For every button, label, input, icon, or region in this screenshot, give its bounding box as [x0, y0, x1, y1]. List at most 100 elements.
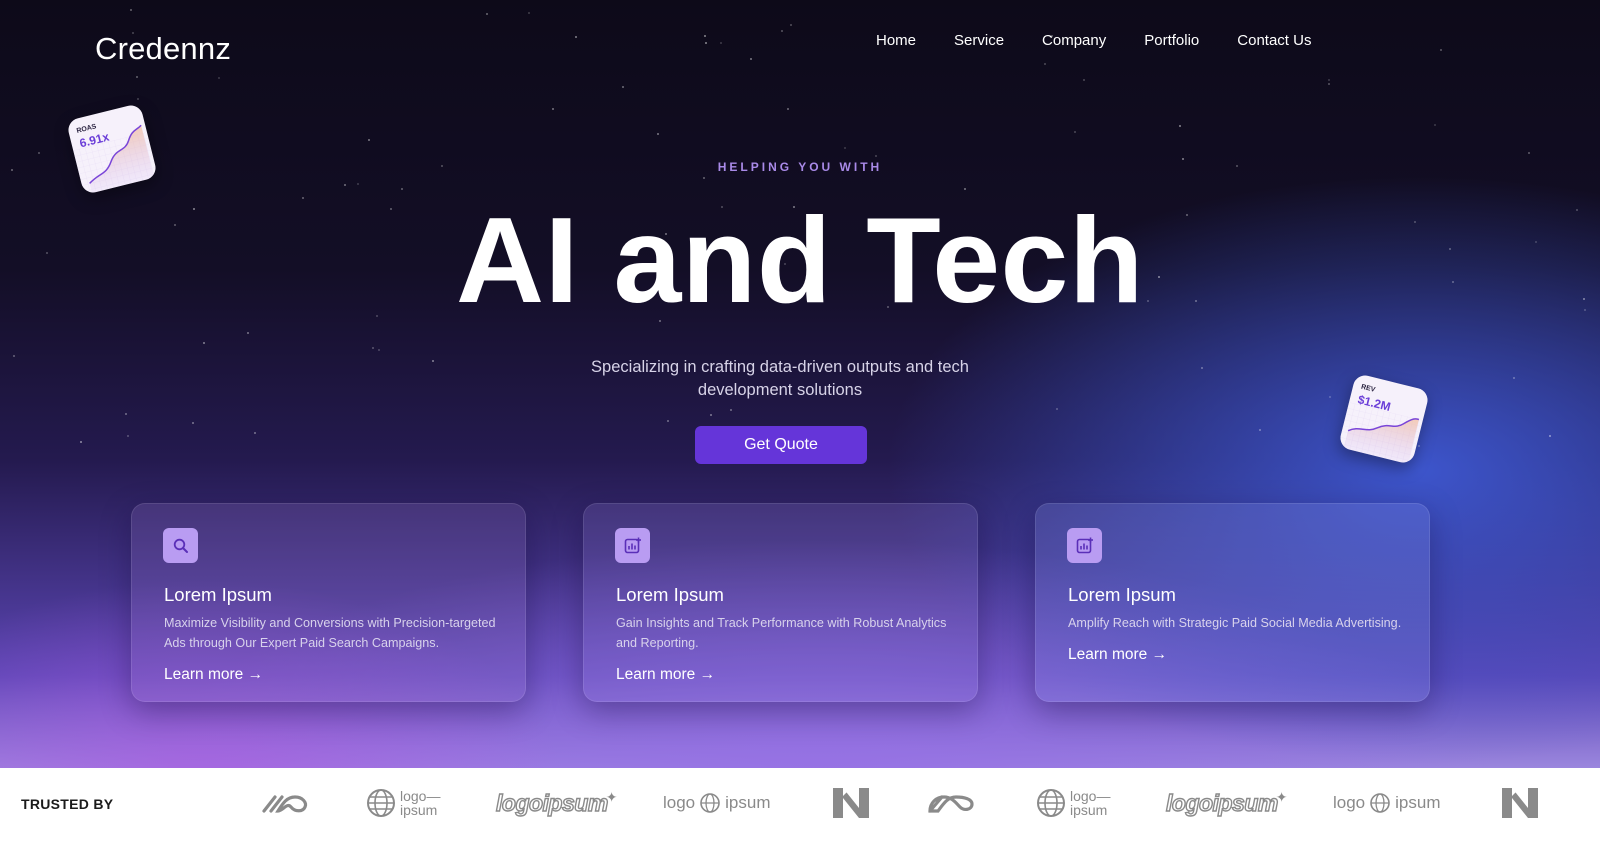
- card-title: Lorem Ipsum: [616, 584, 724, 605]
- card-title: Lorem Ipsum: [164, 584, 272, 605]
- star-dot: [38, 152, 40, 154]
- partner-logo-infinity: [924, 783, 982, 823]
- star-dot: [720, 42, 722, 44]
- partner-logo-globe: logo— ipsum: [1035, 783, 1110, 823]
- card-description: Amplify Reach with Strategic Paid Social…: [1068, 616, 1402, 630]
- star-dot: [1056, 408, 1058, 410]
- main-nav: Home Service Company Portfolio Contact U…: [876, 32, 1311, 49]
- star-dot: [964, 188, 966, 190]
- star-dot: [486, 13, 488, 15]
- star-dot: [192, 422, 194, 424]
- globe-icon: [1370, 793, 1390, 813]
- star-dot: [704, 35, 706, 37]
- star-dot: [357, 183, 359, 185]
- star-dot: [136, 76, 138, 78]
- star-dot: [787, 108, 789, 110]
- star-dot: [401, 188, 403, 190]
- logo-text-left: logo: [1333, 793, 1366, 812]
- partner-logo-script: logoipsum ✦: [1165, 783, 1288, 823]
- get-quote-button[interactable]: Get Quote: [695, 426, 867, 464]
- partner-logo-inline: logo ipsum: [1333, 783, 1441, 823]
- globe-icon: [367, 789, 395, 817]
- partner-logo-globe: logo— ipsum: [365, 783, 440, 823]
- star-dot: [378, 349, 380, 351]
- star-dot: [781, 30, 783, 32]
- logo-text-script: logoipsum: [495, 789, 609, 816]
- partner-logo-waves: [261, 783, 313, 823]
- star-dot: [1201, 367, 1203, 369]
- logo-text-script: logoipsum: [1165, 789, 1279, 816]
- partner-logo-n: [831, 783, 871, 823]
- logo-text-top: logo—: [400, 788, 441, 804]
- star-dot: [137, 98, 139, 100]
- logo-text-bottom: ipsum: [1070, 802, 1108, 818]
- nav-home[interactable]: Home: [876, 32, 916, 49]
- hero-headline: AI and Tech: [456, 192, 1144, 328]
- logo-text-right: ipsum: [1395, 793, 1441, 812]
- star-dot: [750, 58, 752, 60]
- partner-logo-n: [1500, 783, 1540, 823]
- star-dot: [575, 36, 577, 38]
- star-dot: [1328, 79, 1330, 81]
- star-dot: [1083, 79, 1085, 81]
- hero-eyebrow: HELPING YOU WITH: [717, 160, 883, 174]
- star-dot: [247, 332, 249, 334]
- sparkle-icon: ✦: [1275, 788, 1288, 805]
- star-dot: [730, 409, 732, 411]
- brand-logo[interactable]: Credennz: [95, 31, 231, 67]
- star-dot: [1328, 83, 1330, 85]
- star-dot: [1074, 131, 1076, 133]
- globe-icon: [700, 793, 720, 813]
- star-dot: [710, 414, 712, 416]
- star-dot: [203, 342, 205, 344]
- learn-more-link[interactable]: Learn more →: [1068, 646, 1167, 664]
- partner-logo-script: logoipsum ✦: [495, 783, 618, 823]
- nav-service[interactable]: Service: [954, 32, 1004, 49]
- star-dot: [368, 139, 370, 141]
- star-dot: [552, 108, 554, 110]
- star-dot: [1259, 429, 1261, 431]
- nav-company[interactable]: Company: [1042, 32, 1106, 49]
- globe-icon: [1037, 789, 1065, 817]
- sparkle-icon: ✦: [605, 788, 618, 805]
- star-dot: [80, 441, 82, 443]
- logo-text-bottom: ipsum: [400, 802, 438, 818]
- star-dot: [127, 435, 129, 437]
- star-dot: [218, 77, 220, 79]
- star-dot: [1418, 445, 1420, 447]
- card-description: Maximize Visibility and Conversions with…: [164, 616, 496, 650]
- star-dot: [130, 9, 132, 11]
- search-icon: [163, 528, 198, 563]
- trusted-by-bar: TRUSTED BY logo— ipsum logoipsum ✦ logo …: [0, 768, 1600, 851]
- logo-text-left: logo: [663, 793, 696, 812]
- card-description: Gain Insights and Track Performance with…: [616, 616, 947, 650]
- service-card: Lorem Ipsum Gain Insights and Track Perf…: [583, 503, 978, 702]
- trusted-by-label: TRUSTED BY: [21, 796, 114, 812]
- star-dot: [1329, 396, 1331, 398]
- star-dot: [254, 432, 256, 434]
- service-card: Lorem Ipsum Maximize Visibility and Conv…: [131, 503, 526, 702]
- star-dot: [667, 420, 669, 422]
- star-dot: [622, 86, 624, 88]
- star-dot: [528, 12, 530, 14]
- nav-portfolio[interactable]: Portfolio: [1144, 32, 1199, 49]
- analytics-chart-icon: [615, 528, 650, 563]
- star-dot: [875, 155, 877, 157]
- hero-section: Credennz Home Service Company Portfolio …: [0, 0, 1600, 768]
- card-title: Lorem Ipsum: [1068, 584, 1176, 605]
- service-card: Lorem Ipsum Amplify Reach with Strategic…: [1035, 503, 1430, 702]
- star-dot: [1044, 63, 1046, 65]
- star-dot: [1440, 49, 1442, 51]
- analytics-chart-icon: [1067, 528, 1102, 563]
- nav-contact-us[interactable]: Contact Us: [1237, 32, 1311, 49]
- hero-subtitle: Specializing in crafting data-driven out…: [591, 358, 969, 399]
- star-dot: [705, 42, 707, 44]
- learn-more-link[interactable]: Learn more →: [164, 666, 263, 684]
- star-dot: [372, 347, 374, 349]
- star-dot: [657, 133, 659, 135]
- learn-more-link[interactable]: Learn more →: [616, 666, 715, 684]
- star-dot: [790, 24, 792, 26]
- star-dot: [844, 147, 846, 149]
- star-dot: [1179, 125, 1181, 127]
- logo-text-right: ipsum: [725, 793, 771, 812]
